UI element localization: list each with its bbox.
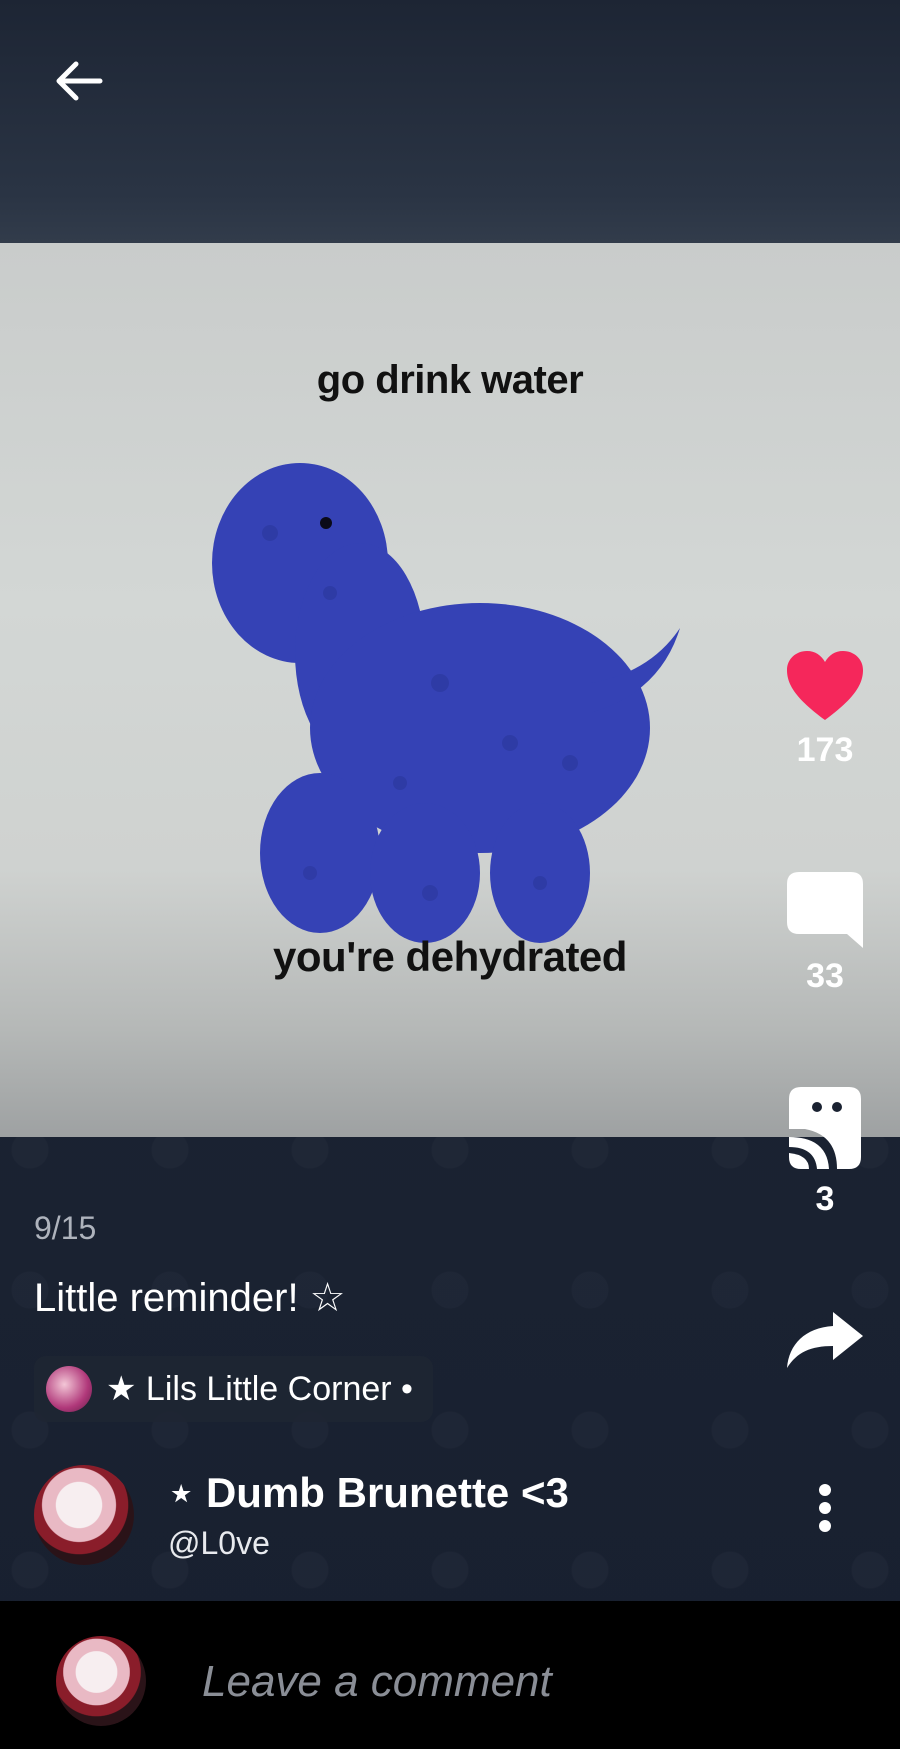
current-user-avatar — [56, 1636, 146, 1726]
more-options-button[interactable] — [805, 1478, 845, 1538]
community-avatar — [46, 1366, 92, 1412]
comment-bar — [0, 1601, 900, 1749]
back-button[interactable] — [50, 52, 108, 110]
comment-count: 33 — [806, 957, 844, 995]
blue-dinosaur-plush-image — [212, 463, 680, 943]
image-caption-top: go drink water — [316, 358, 584, 402]
arrow-left-icon — [56, 61, 103, 101]
post-caption: Little reminder! ☆ — [34, 1276, 346, 1320]
heart-icon — [787, 651, 863, 720]
share-button[interactable] — [750, 1310, 900, 1375]
props-icon — [789, 1087, 861, 1169]
author-name: ⋆ Dumb Brunette <3 — [168, 1469, 569, 1516]
like-button[interactable]: 173 — [750, 650, 900, 770]
comment-button[interactable]: 33 — [750, 870, 900, 996]
community-chip[interactable]: ★ Lils Little Corner • — [34, 1356, 433, 1422]
comment-input[interactable] — [200, 1651, 864, 1713]
share-arrow-icon — [787, 1312, 863, 1368]
community-label: ★ Lils Little Corner • — [106, 1370, 413, 1408]
comment-bubble-icon — [787, 872, 863, 948]
page-indicator: 9/15 — [34, 1210, 97, 1246]
more-vertical-icon — [805, 1484, 845, 1532]
author-handle: @L0ve — [168, 1525, 270, 1561]
props-button[interactable]: 3 — [750, 1085, 900, 1219]
author-avatar[interactable] — [34, 1465, 134, 1565]
props-count: 3 — [815, 1180, 835, 1218]
header-area — [0, 0, 900, 243]
like-count: 173 — [796, 731, 854, 769]
author-info[interactable]: ⋆ Dumb Brunette <3 @L0ve — [34, 1465, 569, 1565]
